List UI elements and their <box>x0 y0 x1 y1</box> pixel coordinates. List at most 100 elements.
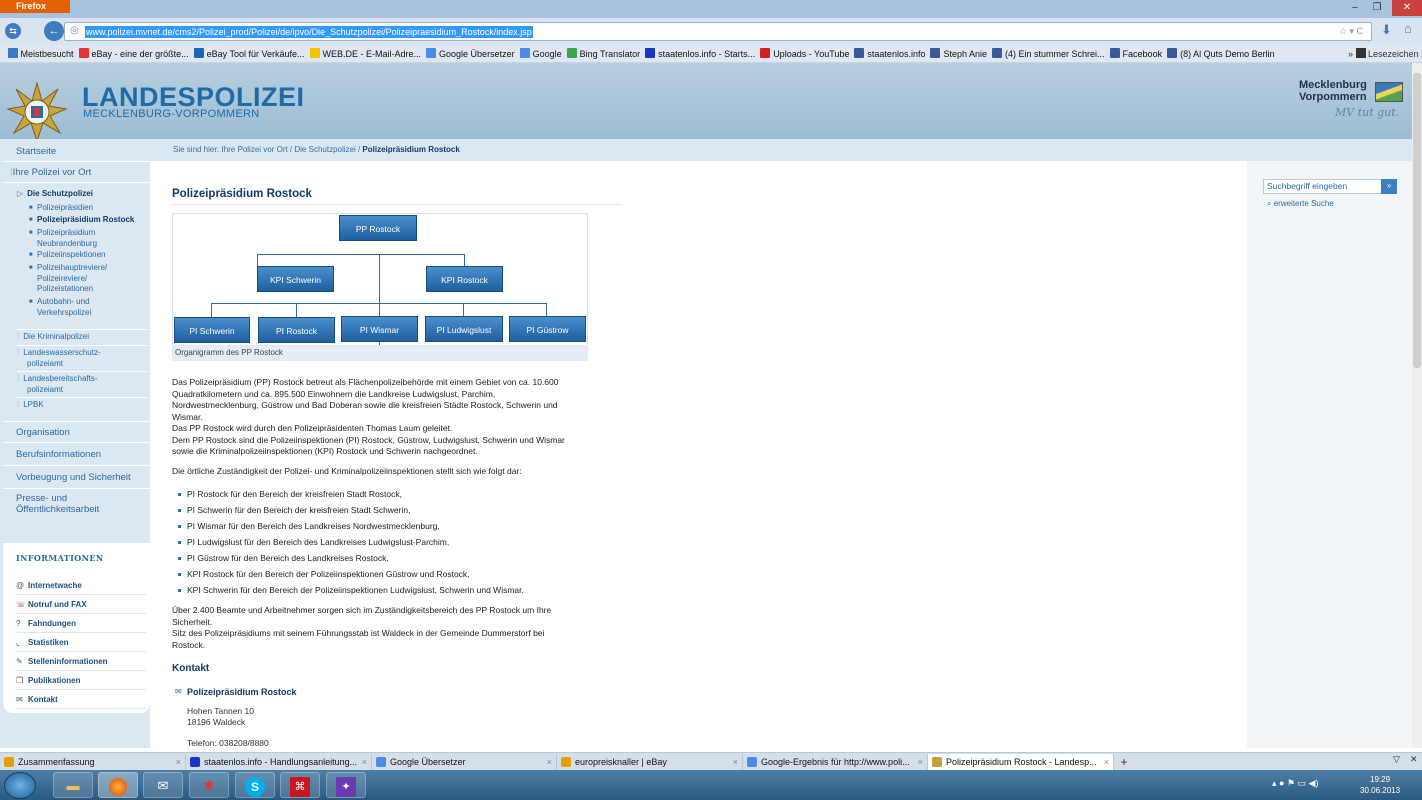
bookmark-label: (8) Al Quts Demo Berlin <box>1180 49 1275 59</box>
minimize-icon[interactable]: – <box>1344 0 1366 16</box>
bookmark-label: eBay - eine der größte... <box>91 49 189 59</box>
close-icon[interactable]: ✕ <box>1392 0 1422 16</box>
nav-pp-neubrandenburg[interactable]: Polizeipräsidium Neubrandenburg <box>37 228 97 249</box>
bookmark-item[interactable]: Google <box>519 45 562 62</box>
browser-tab[interactable]: staatenlos.info - Handlungsanleitung... × <box>186 754 372 770</box>
bookmark-item[interactable]: Google Übersetzer <box>426 45 515 62</box>
bookmark-item[interactable]: staatenlos.info - Starts... <box>645 45 755 62</box>
system-tray[interactable]: ▴ ● ⚑ ▭ ◀) <box>1272 778 1318 789</box>
bookmark-item[interactable]: Steph Anie <box>930 45 987 62</box>
new-tab-button[interactable]: + <box>1115 754 1133 770</box>
nav-wasserschutz-l2: polizeiamt <box>27 358 64 368</box>
tab-label: staatenlos.info - Handlungsanleitung... <box>204 757 358 767</box>
app-icon[interactable]: ✦ <box>326 772 366 798</box>
envelope-icon[interactable]: ✉ <box>175 687 182 696</box>
advanced-search-link[interactable]: ⌕ erweiterte Suche <box>1267 199 1334 209</box>
clock[interactable]: 19:29 30.06.2013 <box>1360 774 1400 796</box>
info-item[interactable]: ✉ Kontakt <box>16 690 146 709</box>
tab-close-icon[interactable]: × <box>918 754 923 770</box>
tab-close-icon[interactable]: × <box>733 754 738 770</box>
nav-berufsinformationen[interactable]: Berufsinformationen <box>3 444 150 466</box>
app-icon[interactable]: ✱ <box>189 772 229 798</box>
nav-startseite[interactable]: Startseite <box>3 142 150 162</box>
bookmark-label: (4) Ein stummer Schrei... <box>1005 49 1105 59</box>
scrollbar-thumb[interactable] <box>1413 73 1421 368</box>
file-explorer-icon[interactable]: ▬ <box>53 772 93 798</box>
skype-icon[interactable]: S <box>235 772 275 798</box>
nav-organisation[interactable]: Organisation <box>3 421 150 443</box>
responsibility-intro: Die örtliche Zuständigkeit der Polizei- … <box>172 466 522 476</box>
nav-pp-rostock[interactable]: Polizeipräsidium Rostock <box>37 215 134 226</box>
download-icon[interactable]: ⬇ <box>1381 22 1392 38</box>
breadcrumb-path[interactable]: Sie sind hier: Ihre Polizei vor Ort / Di… <box>173 145 362 154</box>
url-bar[interactable]: ◎ www.polizei.mvnet.de/cms2/Polizei_prod… <box>64 22 1372 41</box>
info-item-label: Notruf und FAX <box>28 600 87 609</box>
info-item[interactable]: ☏ Notruf und FAX <box>16 595 146 614</box>
police-star-icon[interactable] <box>6 81 68 143</box>
info-item[interactable]: ✎ Stelleninformationen <box>16 652 146 671</box>
back-button[interactable]: ← <box>44 21 64 41</box>
nav-schutzpolizei[interactable]: ▷ Die Schutzpolizei <box>17 189 93 200</box>
tab-list-icon[interactable]: ▽ <box>1393 754 1400 765</box>
contact-name[interactable]: Polizeipräsidium Rostock <box>187 687 297 697</box>
tab-close-icon[interactable]: × <box>176 754 181 770</box>
bookmark-item[interactable]: eBay Tool für Verkäufe... <box>193 45 305 62</box>
mv-slogan: MV tut gut. <box>1335 106 1400 119</box>
info-item[interactable]: ? Fahndungen <box>16 614 146 633</box>
search-input[interactable]: Suchbegriff eingeben <box>1263 179 1397 194</box>
nav-kriminalpolizei[interactable]: ⁞ Die Kriminalpolizei <box>17 329 147 343</box>
browser-tab[interactable]: Google-Ergebnis für http://www.poli... × <box>743 754 928 770</box>
restore-icon[interactable]: ❐ <box>1366 0 1388 16</box>
bookmark-item[interactable]: staatenlos.info <box>854 45 925 62</box>
tab-close-icon[interactable]: × <box>547 754 552 770</box>
browser-tab[interactable]: Google Übersetzer × <box>372 754 557 770</box>
nav-reviere[interactable]: Polizeihauptreviere/Polizeireviere/Poliz… <box>37 263 107 295</box>
text-line: Sicherheit. <box>172 616 213 627</box>
sync-icon[interactable]: ⇆ <box>5 23 21 39</box>
nav-vorbeugung[interactable]: Vorbeugung und Sicherheit <box>3 467 150 489</box>
tabs-close-icon[interactable]: ✕ <box>1410 754 1418 765</box>
bookmark-star-icon[interactable]: ☆ ▾ C <box>1339 26 1363 37</box>
bookmark-item[interactable]: (8) Al Quts Demo Berlin <box>1167 45 1275 62</box>
bookmark-item[interactable]: Meistbesucht <box>7 45 74 62</box>
bookmarks-overflow[interactable]: » Lesezeichen <box>1346 45 1419 62</box>
home-icon[interactable]: ⌂ <box>1404 21 1412 36</box>
bookmark-item[interactable]: Bing Translator <box>566 45 640 62</box>
bookmark-item[interactable]: (4) Ein stummer Schrei... <box>992 45 1105 62</box>
firefox-menu-button[interactable]: Firefox <box>0 0 70 13</box>
bookmark-item[interactable]: Facebook <box>1109 45 1162 62</box>
bookmark-item[interactable]: Uploads - YouTube <box>760 45 849 62</box>
info-item[interactable]: ⌞ Statistiken <box>16 633 146 652</box>
start-button[interactable] <box>4 772 36 799</box>
firefox-icon[interactable] <box>98 772 138 798</box>
nav-wasserschutz[interactable]: ⁞ Landeswasserschutz-polizeiamt <box>17 345 147 369</box>
tab-close-icon[interactable]: × <box>1104 754 1109 770</box>
bullet-icon: ■ <box>29 265 33 271</box>
nav-bereitschaft[interactable]: ⁞ Landesbereitschafts-polizeiamt <box>17 371 147 395</box>
info-item[interactable]: ❐ Publikationen <box>16 671 146 690</box>
bookmarks-folder-icon <box>7 48 18 58</box>
tab-close-icon[interactable]: × <box>362 754 367 770</box>
mv-flag-icon <box>1375 82 1403 102</box>
acrobat-icon[interactable]: ⌘ <box>280 772 320 798</box>
page-scrollbar[interactable] <box>1412 63 1422 748</box>
nav-polizeipraesidien[interactable]: Polizeipräsidien <box>37 203 93 214</box>
text-line: Nordwestmecklenburg, Güstrow und Bad Dob… <box>172 400 558 410</box>
phone-icon: ☏ <box>16 600 27 609</box>
webde-icon <box>309 48 320 58</box>
thunderbird-icon[interactable]: ✉ <box>143 772 183 798</box>
browser-tab[interactable]: Polizeipräsidium Rostock - Landesp... × <box>928 754 1114 770</box>
mv-logo[interactable]: Mecklenburg Vorpommern MV tut gut. <box>1299 79 1409 127</box>
search-button[interactable]: » <box>1381 179 1397 194</box>
browser-tab[interactable]: Zusammenfassung × <box>0 754 186 770</box>
info-item[interactable]: @ Internetwache <box>16 576 146 595</box>
browser-tab[interactable]: europreisknaller | eBay × <box>557 754 743 770</box>
bookmark-item[interactable]: eBay - eine der größte... <box>78 45 189 62</box>
nav-lpbk[interactable]: ⁞ LPBK <box>17 397 147 411</box>
bookmark-item[interactable]: WEB.DE - E-Mail-Adre... <box>309 45 421 62</box>
nav-polizeiinspektionen[interactable]: Polizeiinspektionen <box>37 250 106 261</box>
nav-ihre-polizei[interactable]: ⁞Ihre Polizei vor Ort <box>3 163 150 183</box>
nav-presse[interactable]: Presse- und Öffentlichkeitsarbeit <box>3 493 150 515</box>
url-text[interactable]: www.polizei.mvnet.de/cms2/Polizei_prod/P… <box>85 26 533 38</box>
nav-autobahn[interactable]: Autobahn- und Verkehrspolizei <box>37 297 91 318</box>
